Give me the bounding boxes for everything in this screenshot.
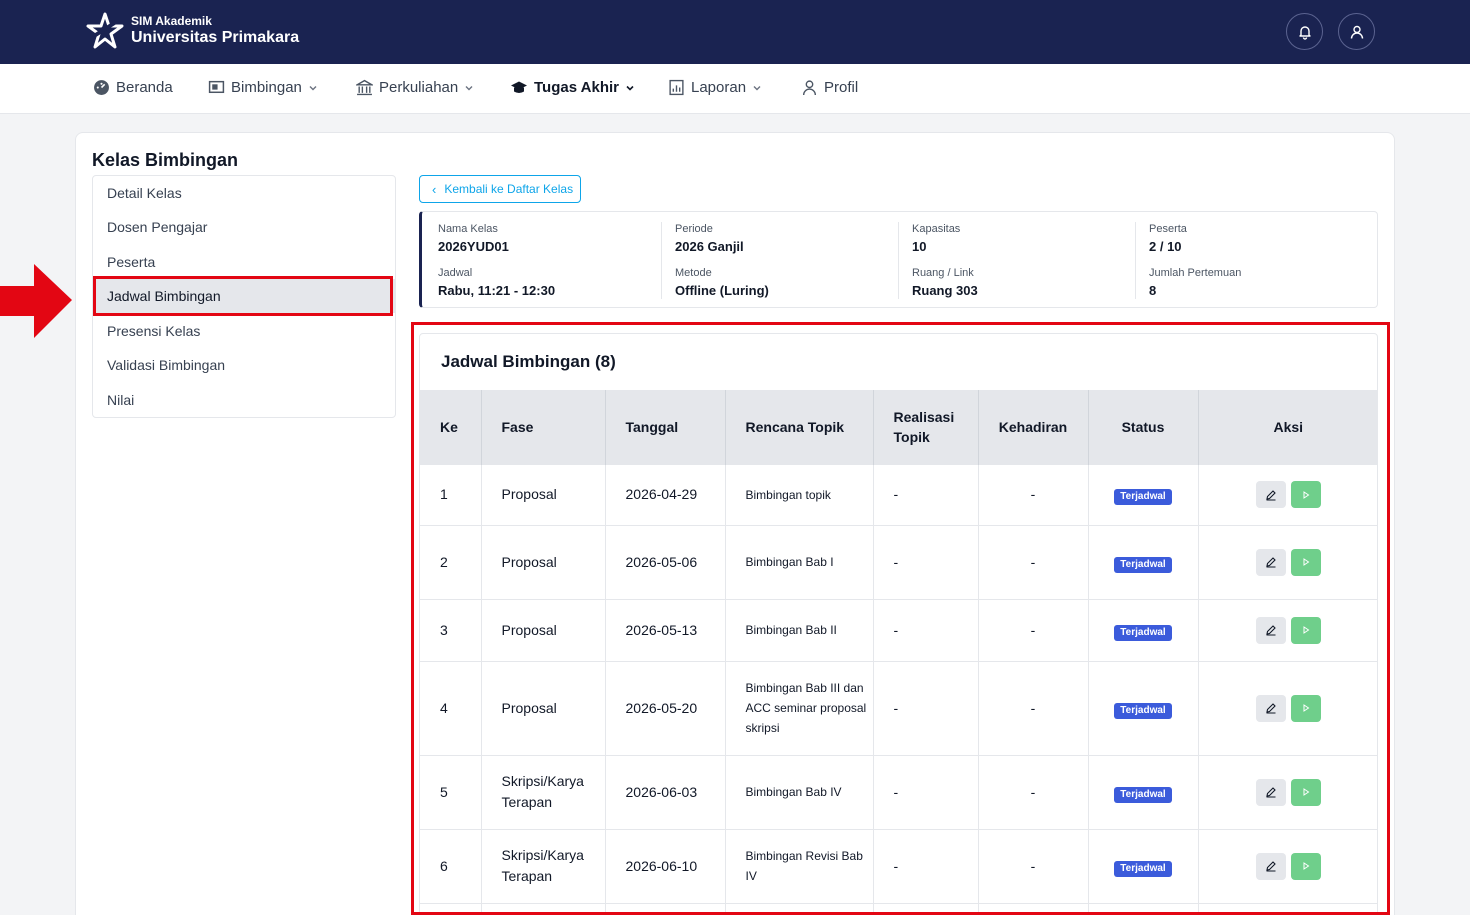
- app-name: Universitas Primakara: [131, 29, 300, 46]
- dashboard-icon: [94, 80, 109, 95]
- nav-tugas-akhir[interactable]: Tugas Akhir: [510, 79, 635, 96]
- nav-label: Laporan: [691, 79, 747, 96]
- nav-label: Tugas Akhir: [534, 79, 620, 96]
- side-item-dosen-pengajar[interactable]: Dosen Pengajar: [93, 210, 395, 244]
- university-logo: [86, 12, 124, 49]
- top-header: SIM Akademik Universitas Primakara: [0, 0, 1470, 64]
- report-icon: [669, 79, 684, 96]
- chevron-down-icon: [753, 85, 761, 90]
- highlight-box-side-item: [93, 276, 393, 316]
- info-value: 2026 Ganjil: [675, 239, 744, 254]
- info-jumlah-pertemuan: Jumlah Pertemuan 8: [1149, 266, 1241, 299]
- side-item-validasi-bimbingan[interactable]: Validasi Bimbingan: [93, 348, 395, 382]
- info-nama-kelas: Nama Kelas 2026YUD01: [438, 222, 509, 255]
- info-label: Metode: [675, 267, 712, 279]
- info-value: Offline (Luring): [675, 283, 769, 298]
- nav-label: Bimbingan: [231, 79, 302, 96]
- info-label: Jadwal: [438, 267, 473, 279]
- back-label: Kembali ke Daftar Kelas: [444, 182, 574, 196]
- nav-bimbingan[interactable]: Bimbingan: [208, 79, 318, 96]
- notification-button[interactable]: [1286, 13, 1323, 50]
- main-navbar: Beranda Bimbingan Perkuliahan Tugas Akhi…: [0, 64, 1470, 114]
- info-value: Rabu, 11:21 - 12:30: [438, 283, 556, 298]
- building-icon: [356, 79, 373, 96]
- info-jadwal: Jadwal Rabu, 11:21 - 12:30: [438, 266, 555, 299]
- side-item-nilai[interactable]: Nilai: [93, 383, 395, 417]
- info-value: 2026YUD01: [438, 239, 509, 254]
- nav-beranda[interactable]: Beranda: [93, 79, 173, 96]
- bell-icon: [1298, 25, 1311, 40]
- chevron-down-icon: [465, 85, 473, 90]
- divider: [898, 222, 899, 299]
- info-label: Peserta: [1149, 223, 1187, 235]
- nav-label: Perkuliahan: [379, 79, 459, 96]
- info-label: Jumlah Pertemuan: [1149, 267, 1242, 279]
- info-value: 10: [912, 239, 927, 254]
- nav-profil[interactable]: Profil: [801, 79, 858, 96]
- info-label: Nama Kelas: [438, 223, 498, 235]
- chevron-left-icon: ‹: [432, 181, 437, 197]
- red-arrow-icon: [0, 264, 72, 338]
- divider: [1135, 222, 1136, 299]
- info-ruang-link: Ruang / Link Ruang 303: [912, 266, 978, 299]
- chevron-down-icon: [626, 85, 634, 91]
- info-label: Ruang / Link: [912, 267, 974, 279]
- user-menu-button[interactable]: [1338, 13, 1375, 50]
- info-metode: Metode Offline (Luring): [675, 266, 769, 299]
- side-item-presensi-kelas[interactable]: Presensi Kelas: [93, 314, 395, 348]
- info-peserta: Peserta 2 / 10: [1149, 222, 1187, 255]
- page-title: Kelas Bimbingan: [92, 150, 239, 170]
- nav-laporan[interactable]: Laporan: [668, 79, 762, 96]
- side-item-detail-kelas[interactable]: Detail Kelas: [93, 176, 395, 210]
- class-info-panel: Nama Kelas 2026YUD01 Periode 2026 Ganjil…: [419, 211, 1378, 308]
- nav-perkuliahan[interactable]: Perkuliahan: [356, 79, 474, 96]
- info-periode: Periode 2026 Ganjil: [675, 222, 744, 255]
- graduation-cap-icon: [511, 81, 527, 93]
- nav-label: Profil: [824, 79, 859, 96]
- user-icon: [1350, 25, 1363, 39]
- divider: [661, 222, 662, 299]
- brand[interactable]: SIM Akademik Universitas Primakara: [86, 12, 299, 50]
- info-label: Kapasitas: [912, 223, 961, 235]
- back-to-class-list-button[interactable]: ‹ Kembali ke Daftar Kelas: [419, 175, 581, 203]
- chevron-down-icon: [309, 85, 317, 90]
- info-value: 2 / 10: [1149, 239, 1182, 254]
- info-kapasitas: Kapasitas 10: [912, 222, 960, 255]
- side-item-peserta[interactable]: Peserta: [93, 245, 395, 279]
- info-value: Ruang 303: [912, 283, 978, 298]
- highlight-box-schedule: [411, 322, 1390, 915]
- nav-label: Beranda: [116, 79, 173, 96]
- info-value: 8: [1149, 283, 1157, 298]
- person-icon: [802, 80, 817, 96]
- info-label: Periode: [675, 223, 713, 235]
- presentation-icon: [208, 80, 225, 94]
- app-subtitle: SIM Akademik: [131, 14, 212, 28]
